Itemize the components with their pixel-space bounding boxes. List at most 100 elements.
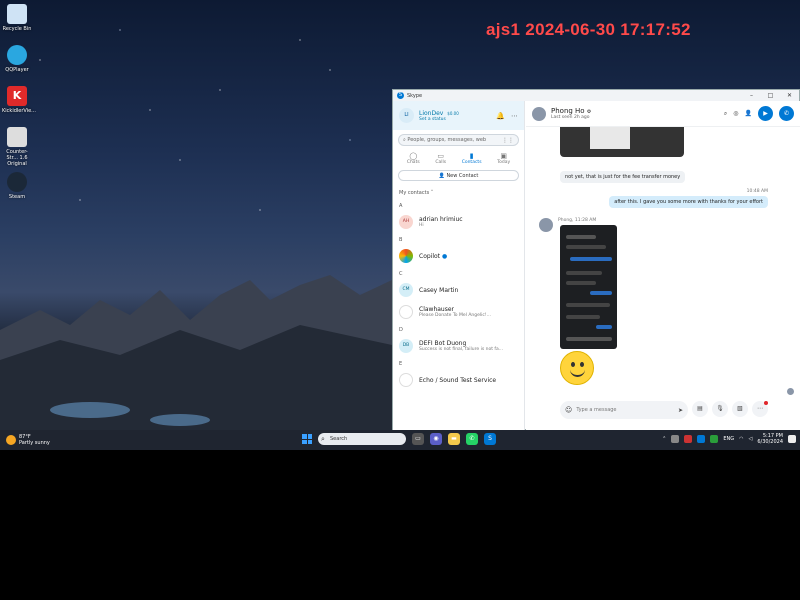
weather-widget[interactable]: 87°F Partly sunny xyxy=(6,434,50,446)
tray-app-icon[interactable] xyxy=(684,435,693,443)
message-placeholder: Type a message xyxy=(576,407,617,413)
contact-echo[interactable]: Echo / Sound Test Service xyxy=(393,369,524,391)
window-title: Skype xyxy=(407,92,423,99)
calls-icon: ▭ xyxy=(437,152,444,160)
contact-copilot[interactable]: Copilot ● xyxy=(393,245,524,267)
profile-header[interactable]: LI LionDev $0.00 Set a status 🔔 ⋯ xyxy=(393,101,524,130)
chat-contact-name[interactable]: Phong Ho xyxy=(551,107,585,115)
my-contacts-filter[interactable]: My contacts ˅ xyxy=(393,184,524,199)
add-people-icon[interactable]: 👤 xyxy=(745,110,752,117)
emoji-icon[interactable]: ☺ xyxy=(565,406,572,414)
system-tray: ⌃ ENG ◠ ◁ 5:17 PM 6/30/2024 xyxy=(662,433,796,445)
recycle-bin-icon xyxy=(7,4,27,24)
chat-icon: ◯ xyxy=(409,152,418,160)
contact-clawhauser[interactable]: Clawhauser Please Donate To Mel Angelic!.… xyxy=(393,301,524,323)
skype-sidebar: LI LionDev $0.00 Set a status 🔔 ⋯ ⌕ Peop… xyxy=(393,101,525,430)
skype-taskbar-icon[interactable]: S xyxy=(484,433,496,445)
desktop-icon-kickidler[interactable]: K KickidlerVie... xyxy=(2,86,36,114)
task-view-icon[interactable]: ▭ xyxy=(412,433,424,445)
search-placeholder: People, groups, messages, web xyxy=(407,137,487,143)
composer-tools: ▤ 🎙 ▧ ⋯ xyxy=(692,401,768,417)
section-letter: C xyxy=(399,271,403,277)
last-seen-status: Last seen 2h ago xyxy=(551,115,590,120)
verified-badge-icon: ● xyxy=(441,252,448,260)
file-explorer-icon[interactable]: ▬ xyxy=(448,433,460,445)
more-options-icon[interactable]: ⋯ xyxy=(511,112,518,120)
skype-titlebar[interactable]: S Skype – □ ✕ xyxy=(393,90,799,101)
avatar[interactable] xyxy=(532,106,546,121)
dialpad-icon[interactable]: ⋮⋮ xyxy=(502,137,514,144)
close-button[interactable]: ✕ xyxy=(780,92,799,99)
whatsapp-icon[interactable]: ✆ xyxy=(466,433,478,445)
message-bubble-out: after this. I gave you some more with th… xyxy=(609,196,768,208)
phone-screenshot-message[interactable] xyxy=(560,225,617,349)
tab-chats[interactable]: ◯ Chats xyxy=(407,152,420,165)
clock[interactable]: 5:17 PM 6/30/2024 xyxy=(757,433,783,445)
minimize-button[interactable]: – xyxy=(742,92,761,99)
teams-chat-icon[interactable]: ◉ xyxy=(430,433,442,445)
video-call-button[interactable]: ▶ xyxy=(758,106,773,121)
send-icon[interactable]: ➤ xyxy=(678,407,683,414)
search-input[interactable]: ⌕ People, groups, messages, web ⋮⋮ xyxy=(398,134,519,146)
desktop-icon-qqplayer[interactable]: QQPlayer xyxy=(2,45,32,73)
avatar[interactable]: LI xyxy=(399,108,414,123)
attach-file-icon[interactable]: ▤ xyxy=(692,401,708,417)
chat-pane: Phong Ho ⚙ Last seen 2h ago ⌕ ◎ 👤 ▶ ✆ no… xyxy=(526,101,800,430)
sun-icon xyxy=(6,435,16,445)
desktop-icon-recycle-bin[interactable]: Recycle Bin xyxy=(2,4,32,32)
chat-header: Phong Ho ⚙ Last seen 2h ago ⌕ ◎ 👤 ▶ ✆ xyxy=(526,101,800,127)
tray-app-icon[interactable] xyxy=(710,435,719,443)
skype-window[interactable]: S Skype – □ ✕ LI LionDev $0.00 Set a sta… xyxy=(392,89,800,430)
tray-app-icon[interactable] xyxy=(671,435,680,443)
tab-contacts[interactable]: ▮ Contacts xyxy=(462,152,482,165)
gallery-icon[interactable]: ◎ xyxy=(733,110,738,117)
windows-start-icon[interactable] xyxy=(302,434,312,444)
contact-casey-martin[interactable]: CM Casey Martin xyxy=(393,279,524,301)
avatar: CM xyxy=(399,283,413,297)
avatar xyxy=(539,218,553,232)
bell-icon[interactable]: 🔔 xyxy=(496,112,505,120)
audio-call-button[interactable]: ✆ xyxy=(779,106,794,121)
volume-icon[interactable]: ◁ xyxy=(749,436,753,442)
desktop-icon-counter-strike[interactable]: Counter-Str... 1.6 Original xyxy=(2,127,32,167)
more-icon[interactable]: ⋯ xyxy=(752,401,768,417)
avatar: DB xyxy=(399,339,413,353)
tab-calls[interactable]: ▭ Calls xyxy=(435,152,446,165)
copilot-icon xyxy=(399,249,413,263)
contacts-icon: ▮ xyxy=(469,152,474,160)
wifi-icon[interactable]: ◠ xyxy=(739,436,743,442)
message-meta: Phong, 11:28 AM xyxy=(558,218,597,223)
desktop-icon-steam[interactable]: Steam xyxy=(2,172,32,200)
new-contact-button[interactable]: 👤 New Contact xyxy=(398,170,519,181)
taskbar-search[interactable]: Search xyxy=(318,433,406,445)
mountain-wallpaper xyxy=(0,275,392,430)
skype-credit[interactable]: $0.00 xyxy=(447,111,458,116)
section-letter: B xyxy=(399,237,403,243)
tray-app-icon[interactable] xyxy=(697,435,706,443)
qqplayer-icon xyxy=(7,45,27,65)
microphone-icon[interactable]: 🎙 xyxy=(712,401,728,417)
maximize-button[interactable]: □ xyxy=(761,92,780,99)
language-indicator[interactable]: ENG xyxy=(723,436,734,442)
smiley-emoticon xyxy=(560,351,594,385)
taskbar: 87°FPartly sunny Search ▭ ◉ ▬ ✆ S ⌃ ENG … xyxy=(0,430,800,450)
kickidler-icon: K xyxy=(7,86,27,106)
profile-name: LionDev xyxy=(419,109,444,117)
chevron-up-icon[interactable]: ⌃ xyxy=(662,436,666,442)
notification-icon[interactable] xyxy=(788,435,796,443)
today-icon: ▣ xyxy=(500,152,507,160)
contact-defi-bot-duong[interactable]: DB DEFI Bot Duong Success is not final, f… xyxy=(393,335,524,357)
contacts-share-icon[interactable]: ▧ xyxy=(732,401,748,417)
avatar: AH xyxy=(399,215,413,229)
tab-today[interactable]: ▣ Today xyxy=(497,152,510,165)
timestamp-watermark: ajs1 2024-06-30 17:17:52 xyxy=(486,20,691,39)
image-message[interactable] xyxy=(560,127,684,157)
search-icon[interactable]: ⌕ xyxy=(724,110,727,118)
avatar xyxy=(399,305,413,319)
steam-icon xyxy=(7,172,27,192)
status-link[interactable]: Set a status xyxy=(419,117,459,122)
counter-strike-icon xyxy=(7,127,27,147)
message-bubble-in: not yet, that is just for the fee transf… xyxy=(560,171,686,183)
contact-adrian-hrimiuc[interactable]: AH adrian hrimiuc Hi xyxy=(393,211,524,233)
message-input[interactable]: ☺ Type a message ➤ xyxy=(560,401,688,419)
